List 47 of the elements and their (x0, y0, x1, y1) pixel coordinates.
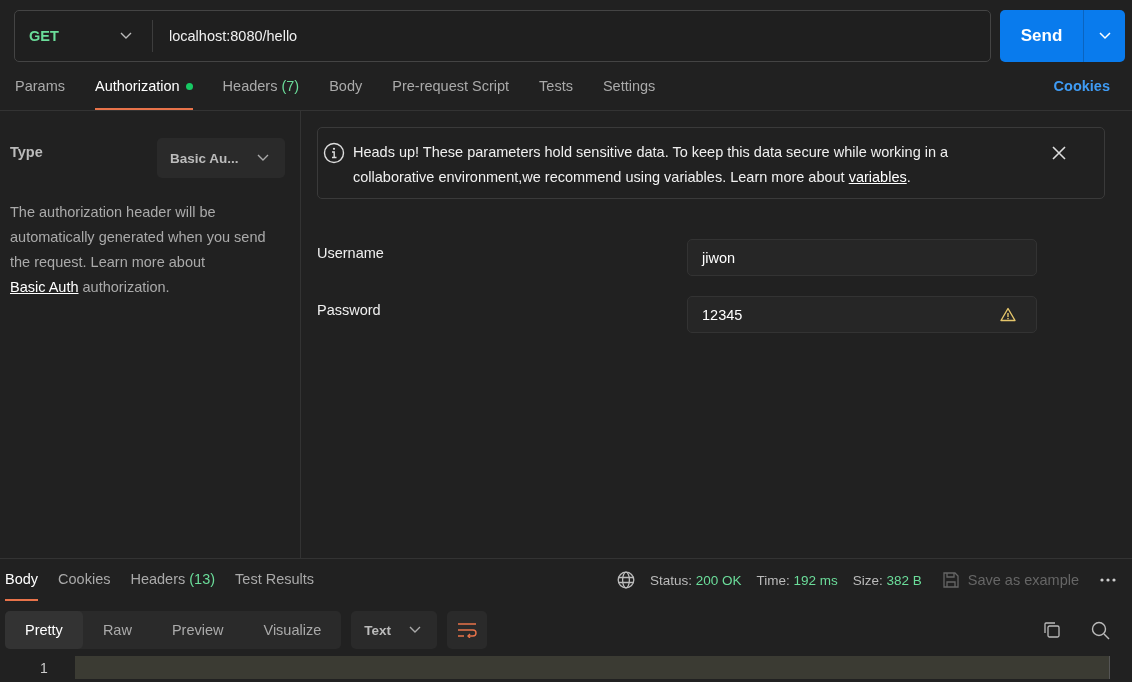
line-number: 1 (39, 659, 49, 676)
more-icon[interactable] (1099, 577, 1117, 583)
field-label: Password (317, 301, 382, 318)
basic-auth-link[interactable]: Basic Auth (10, 279, 79, 295)
auth-description: The authorization header will be automatically generated when you send the request. Learn more about Basic Auth authorization. (10, 203, 267, 297)
request-tab[interactable]: Body (329, 62, 363, 110)
chevron-down-icon (120, 32, 132, 40)
method-dropdown[interactable]: GET (15, 20, 153, 52)
chevron-down-icon (409, 626, 422, 634)
search-icon[interactable] (1091, 620, 1110, 640)
chevron-down-icon (257, 154, 269, 162)
variables-link[interactable]: variables (848, 169, 907, 185)
request-tab[interactable]: Pre-request Script (392, 62, 510, 110)
chevron-down-icon (1098, 32, 1111, 40)
response-tab[interactable]: Body (5, 559, 39, 601)
url-input[interactable]: localhost:8080/hello (153, 28, 298, 44)
view-mode-tab[interactable]: Pretty (5, 611, 83, 649)
input-field[interactable]: jiwon (687, 239, 1037, 276)
request-tab[interactable]: Headers (7) (222, 62, 300, 110)
view-mode-tab[interactable]: Visualize (243, 611, 342, 649)
response-tab[interactable]: Headers (13) (130, 559, 216, 601)
response-stat: Time: 192 ms (756, 572, 838, 588)
response-stat: Status: 200 OK (649, 572, 742, 588)
field-label: Username (317, 244, 385, 261)
send-button[interactable]: Send (1000, 10, 1084, 62)
copy-icon[interactable] (1043, 621, 1061, 639)
wrap-icon (457, 622, 478, 638)
response-tab[interactable]: Test Results (235, 559, 315, 601)
type-label: Type (10, 144, 43, 160)
input-field[interactable]: 12345 (687, 296, 1037, 333)
view-mode-tab[interactable]: Preview (151, 611, 244, 649)
wrap-lines-button[interactable] (447, 611, 488, 649)
response-tab[interactable]: Cookies (58, 559, 111, 601)
globe-icon[interactable] (616, 571, 635, 589)
format-dropdown[interactable]: Text (351, 611, 438, 649)
request-tab[interactable]: Params (15, 62, 65, 110)
cookies-link[interactable]: Cookies (1053, 78, 1110, 94)
request-tab[interactable]: Tests (539, 62, 573, 110)
auth-type-dropdown[interactable]: Basic Au... (157, 138, 285, 178)
request-tab[interactable]: Authorization (94, 62, 193, 110)
close-icon[interactable] (1051, 145, 1067, 161)
warning-icon (1000, 307, 1016, 322)
notice-text: Heads up! These parameters hold sensitive data. To keep this data secure while working in a collaborative environment,we recommend using variables. Learn more about variables. (353, 143, 950, 187)
info-icon (323, 142, 345, 164)
view-mode-tab[interactable]: Raw (82, 611, 152, 649)
response-stat: Size: 382 B (852, 572, 922, 588)
request-tab[interactable]: Settings (602, 62, 656, 110)
